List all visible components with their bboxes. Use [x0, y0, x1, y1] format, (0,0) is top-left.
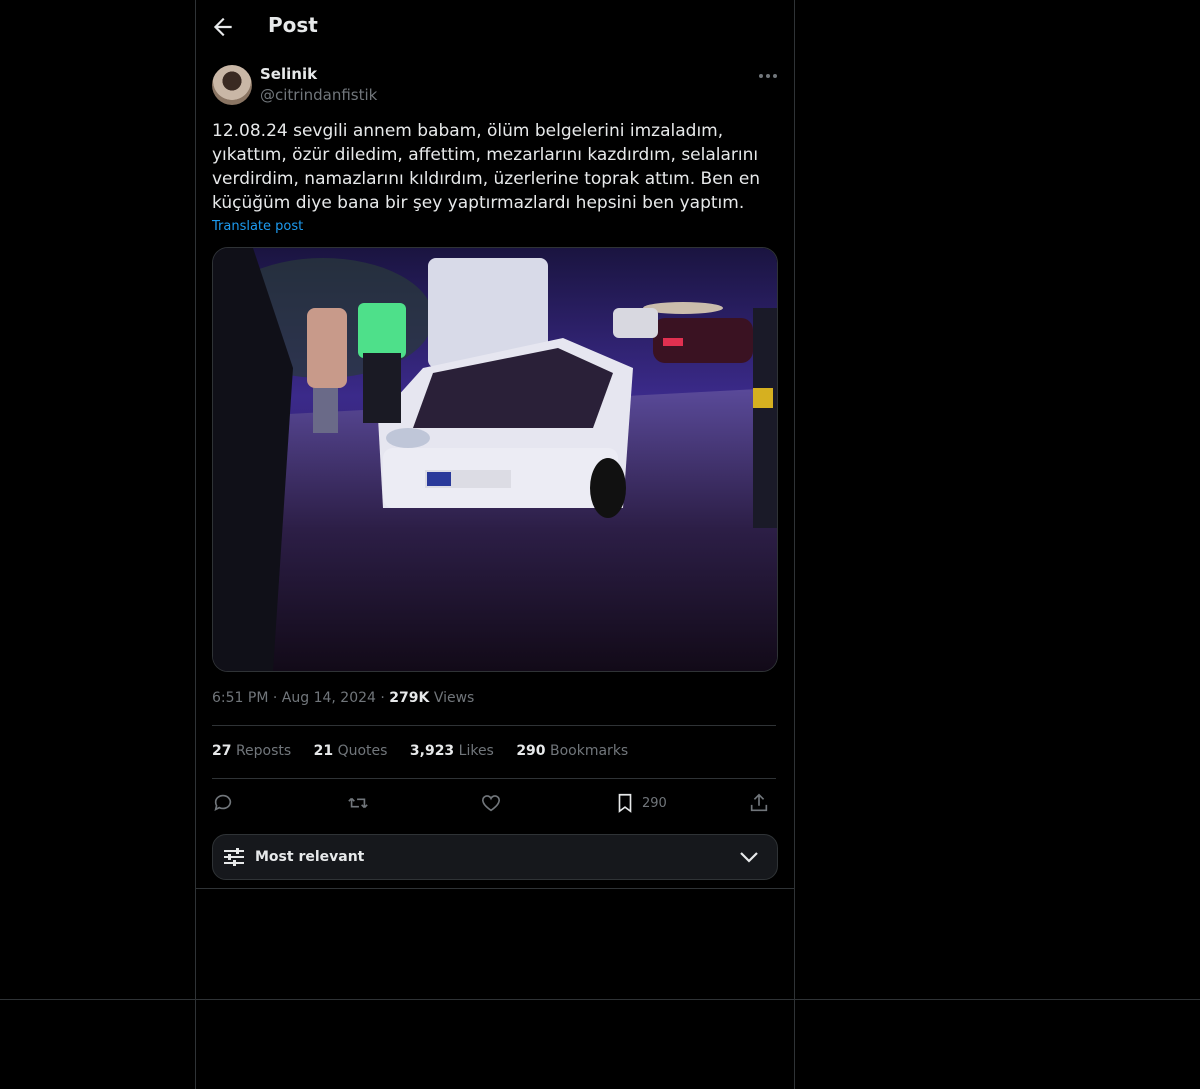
crashed-car-photo [213, 248, 777, 671]
left-divider [195, 0, 196, 1089]
repost-button[interactable] [346, 790, 370, 816]
reposts-label: Reposts [235, 743, 292, 759]
share-icon [750, 793, 768, 812]
meta-separator: · [380, 690, 390, 706]
meta-separator: · [272, 690, 282, 706]
post-text: 12.08.24 sevgili annem babam, ölüm belge… [212, 121, 766, 213]
reposts-stat[interactable]: 27 Reposts [212, 743, 291, 759]
bookmark-icon [618, 793, 632, 813]
right-divider [794, 0, 795, 1089]
repost-icon [348, 797, 368, 809]
post-image[interactable] [212, 247, 778, 672]
sliders-icon [224, 848, 244, 866]
back-arrow-icon[interactable] [210, 14, 236, 40]
post-date[interactable]: Aug 14, 2024 [282, 690, 376, 706]
action-bar: 290 [212, 790, 776, 818]
like-button[interactable] [480, 790, 502, 816]
sort-label: Most relevant [255, 849, 365, 865]
bookmarks-stat[interactable]: 290 Bookmarks [516, 743, 628, 759]
views-count: 279K [389, 690, 430, 706]
quotes-stat[interactable]: 21 Quotes [314, 743, 388, 759]
share-button[interactable] [748, 790, 770, 816]
avatar[interactable] [212, 65, 252, 105]
bookmark-button[interactable]: 290 [614, 790, 667, 816]
post-time[interactable]: 6:51 PM [212, 690, 268, 706]
stats-top-divider [212, 725, 776, 726]
heart-icon [481, 795, 501, 812]
bookmarks-count: 290 [516, 743, 546, 759]
page-title: Post [268, 13, 318, 37]
chevron-down-icon [740, 852, 758, 863]
bookmarks-label: Bookmarks [550, 743, 629, 759]
stats-bottom-divider [212, 778, 776, 779]
likes-count: 3,923 [409, 743, 455, 759]
post-metadata: 6:51 PM · Aug 14, 2024 · 279K Views [212, 690, 474, 706]
reply-button[interactable] [212, 790, 234, 816]
bottom-divider [0, 999, 1200, 1000]
views-label: Views [433, 690, 475, 706]
reposts-count: 27 [212, 743, 232, 759]
page-header: Post [196, 0, 794, 54]
reply-sort-dropdown[interactable]: Most relevant [212, 834, 778, 880]
more-options-icon[interactable] [756, 66, 780, 86]
translate-post-link[interactable]: Translate post [212, 219, 303, 234]
engagement-stats: 27 Reposts 21 Quotes 3,923 Likes 290 Boo… [212, 743, 646, 759]
quotes-label: Quotes [337, 743, 388, 759]
likes-stat[interactable]: 3,923 Likes [410, 743, 494, 759]
bookmark-count: 290 [642, 795, 667, 811]
quotes-count: 21 [313, 743, 334, 759]
reply-icon [214, 794, 232, 811]
likes-label: Likes [458, 743, 494, 759]
author-name[interactable]: Selinik [260, 65, 317, 83]
column-bottom-divider [196, 888, 794, 889]
author-handle[interactable]: @citrindanfistik [260, 86, 377, 104]
